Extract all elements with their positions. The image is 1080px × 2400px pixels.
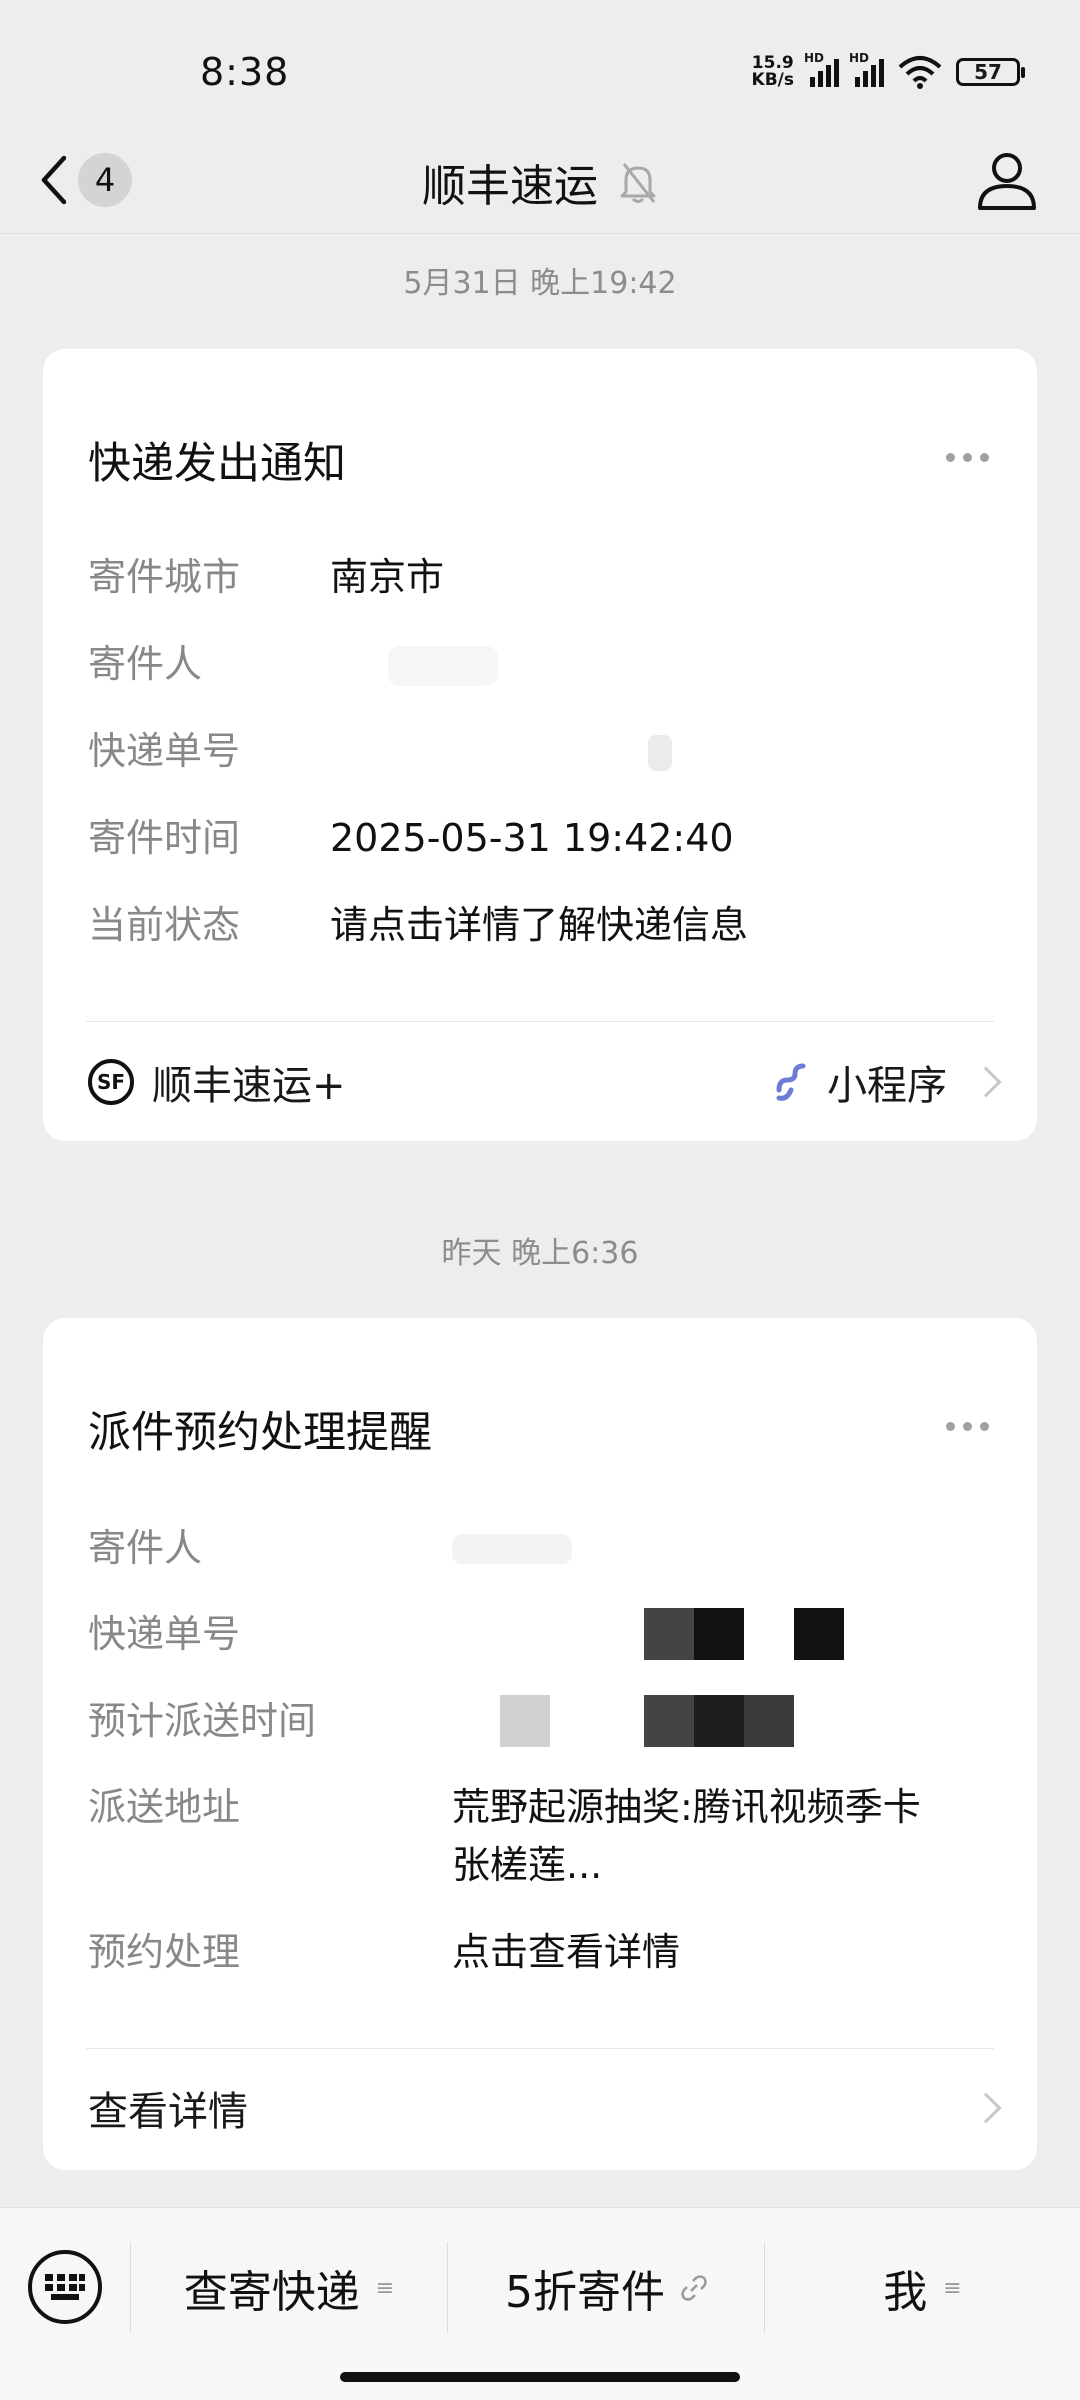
redacted-block (794, 1608, 844, 1660)
message-timestamp: 昨天 晚上6:36 (441, 1236, 639, 1271)
redacted-block (694, 1608, 744, 1660)
chevron-right-icon (970, 1066, 1002, 1098)
chevron-right-icon (970, 2092, 1002, 2124)
profile-icon[interactable] (974, 148, 1040, 214)
menu-me[interactable]: 我 ≡ (765, 2248, 1080, 2328)
menu-list-icon: ≡ (375, 2275, 395, 2301)
status-icons: 15.9 KB/s HD HD 57 (751, 51, 1025, 90)
redacted-block (500, 1695, 550, 1747)
wifi-icon (898, 56, 942, 89)
mute-bell-icon (620, 163, 656, 203)
card-title: 派件预约处理提醒 (88, 1408, 432, 1458)
redacted-block (694, 1695, 744, 1747)
chat-title: 顺丰速运 (422, 161, 598, 212)
network-speed: 15.9 KB/s (751, 53, 794, 90)
divider (86, 1021, 994, 1022)
sf-logo-icon: SF (88, 1059, 134, 1105)
menu-track-shipment[interactable]: 查寄快递 ≡ (131, 2248, 447, 2328)
chat-header: 4 顺丰速运 (0, 130, 1080, 234)
shipment-notice-card[interactable]: 快递发出通知 寄件城市 南京市 寄件人 快递单号 寄件时间 2025-05-31… (43, 349, 1037, 1141)
battery-icon: 57 (956, 58, 1025, 86)
info-row: 派送地址 荒野起源抽奖:腾讯视频季卡 张槎莲... (88, 1785, 921, 1887)
signal-icon: HD (849, 51, 884, 87)
delivery-reminder-card[interactable]: 派件预约处理提醒 寄件人 快递单号 预计派送时间 派送地址 荒野起源抽奖:腾讯视… (43, 1318, 1037, 2170)
redacted-tracking-number (648, 735, 672, 771)
view-details-link[interactable]: 查看详情 (88, 2068, 1002, 2148)
home-indicator[interactable] (340, 2372, 740, 2382)
status-bar: 8:38 15.9 KB/s HD HD 57 (0, 0, 1080, 130)
mini-program-icon (776, 1063, 806, 1101)
redacted-sender (452, 1534, 572, 1564)
signal-icon: HD (804, 51, 839, 87)
mini-program-link[interactable]: SF 顺丰速运+ 小程序 (88, 1042, 1002, 1122)
redacted-block (644, 1608, 694, 1660)
status-time: 8:38 (200, 50, 290, 94)
view-details-label: 查看详情 (88, 2089, 248, 2135)
brand-name: 顺丰速运+ (152, 1063, 346, 1109)
more-options-icon[interactable] (946, 1422, 989, 1431)
divider (86, 2048, 994, 2049)
message-timestamp: 5月31日 晚上19:42 (403, 266, 677, 301)
more-options-icon[interactable] (946, 453, 989, 462)
card-title: 快递发出通知 (88, 439, 346, 489)
link-icon (681, 2275, 707, 2301)
redacted-block (744, 1695, 794, 1747)
redacted-sender (388, 646, 498, 686)
mini-program-label: 小程序 (827, 1063, 947, 1109)
menu-list-icon: ≡ (943, 2275, 962, 2301)
menu-half-price-shipping[interactable]: 5折寄件 (448, 2248, 764, 2328)
redacted-block (644, 1695, 694, 1747)
keyboard-icon[interactable] (28, 2250, 102, 2324)
